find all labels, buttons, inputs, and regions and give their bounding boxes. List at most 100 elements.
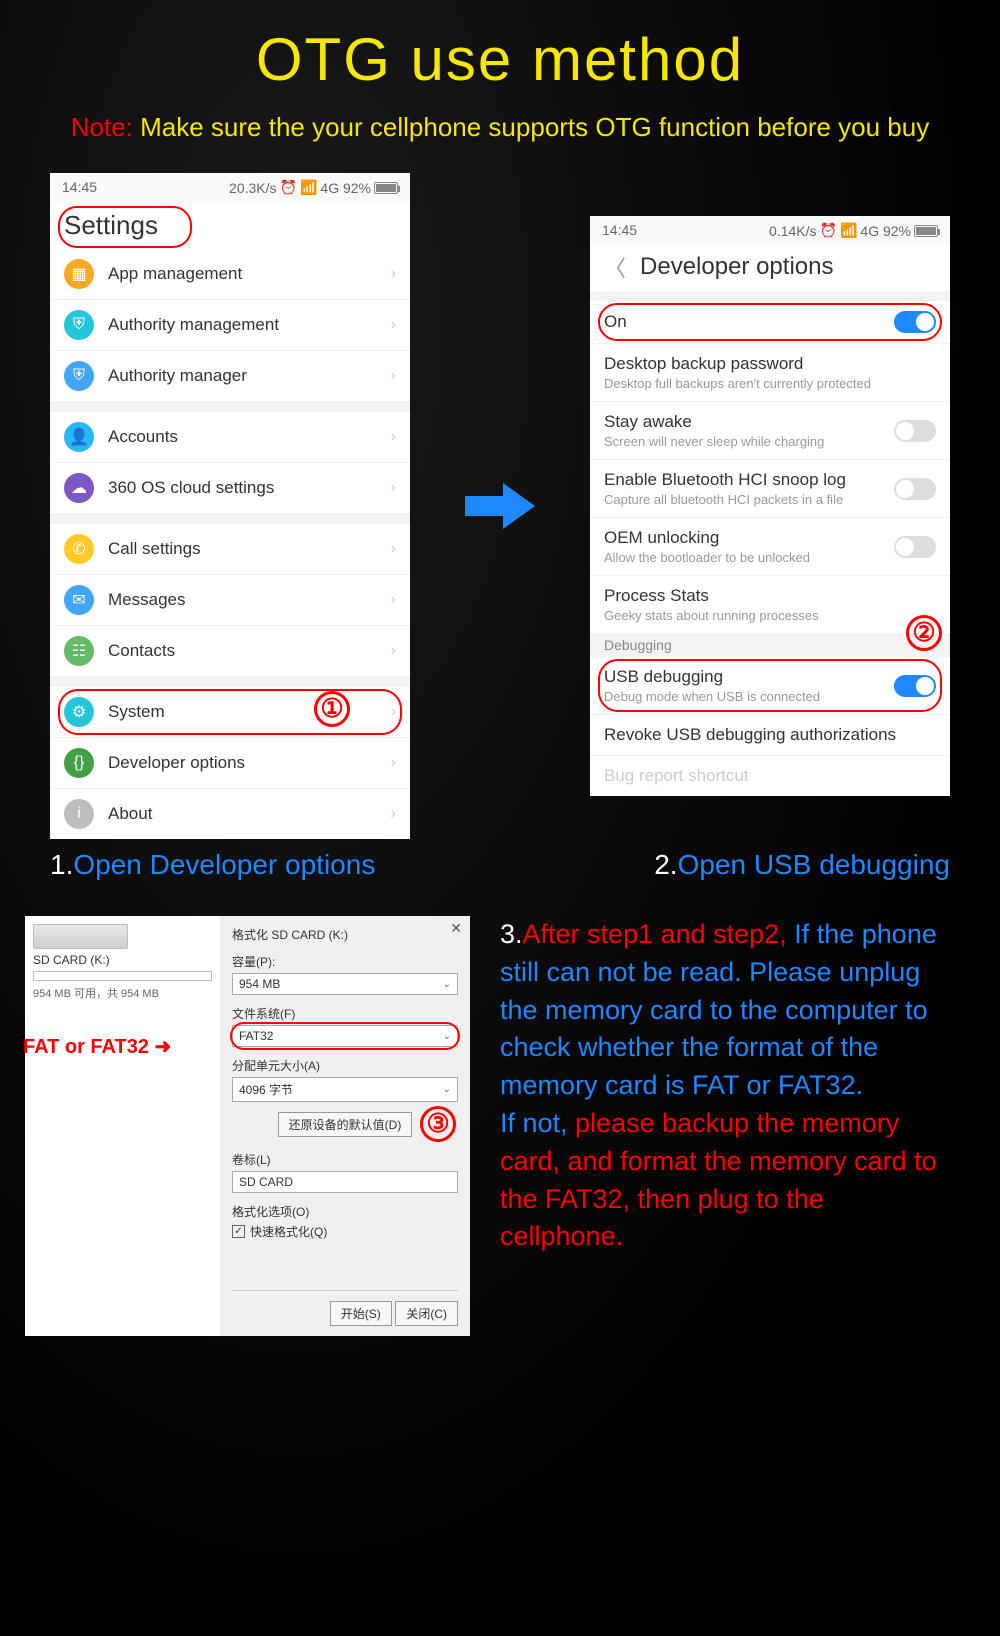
drive-sidebar: SD CARD (K:) 954 MB 可用，共 954 MB <box>25 916 220 1336</box>
dev-row-oem-unlocking[interactable]: OEM unlockingAllow the bootloader to be … <box>590 518 950 576</box>
dev-row-on[interactable]: On <box>590 301 950 344</box>
chevron-down-icon: ⌄ <box>443 979 451 990</box>
alarm-icon: ⏰ <box>820 222 837 239</box>
settings-row-contacts[interactable]: ☷ Contacts › <box>50 626 410 677</box>
restore-defaults-button[interactable]: 还原设备的默认值(D) <box>278 1112 413 1137</box>
toggle-switch[interactable] <box>894 420 936 442</box>
status-right: 20.3K/s ⏰ 📶 4G 92% <box>229 179 398 196</box>
status-time: 14:45 <box>62 179 97 196</box>
status-right: 0.14K/s ⏰ 📶 4G 92% <box>769 222 938 239</box>
row-icon: ✆ <box>64 534 94 564</box>
quick-format-checkbox[interactable]: ✓ 快速格式化(Q) <box>232 1223 458 1240</box>
drive-icon <box>33 924 128 949</box>
fat-hint-label: FAT or FAT32 ➜ <box>23 1034 171 1059</box>
chevron-right-icon: › <box>391 367 396 385</box>
dev-row-enable-bluetooth-hci-snoop-log[interactable]: Enable Bluetooth HCI snoop logCapture al… <box>590 460 950 518</box>
back-icon[interactable]: 〈 <box>604 251 626 283</box>
signal-icon: 📶 <box>300 179 317 196</box>
volume-input[interactable]: SD CARD <box>232 1171 458 1193</box>
settings-row-360-os-cloud-settings[interactable]: ☁ 360 OS cloud settings › <box>50 463 410 514</box>
row-icon: ⛨ <box>64 361 94 391</box>
toggle-switch[interactable] <box>894 675 936 697</box>
dev-row-bug-report-shortcut[interactable]: Bug report shortcut <box>590 756 950 796</box>
status-bar: 14:45 0.14K/s ⏰ 📶 4G 92% <box>590 216 950 245</box>
settings-row-about[interactable]: i About › <box>50 789 410 839</box>
dialog-title: 格式化 SD CARD (K:) <box>232 926 458 943</box>
row-label: OEM unlockingAllow the bootloader to be … <box>604 528 880 565</box>
format-options-label: 格式化选项(O) <box>232 1203 458 1220</box>
chevron-right-icon: › <box>391 642 396 660</box>
format-dialog: ✕ 格式化 SD CARD (K:) 容量(P): 954 MB⌄ 文件系统(F… <box>220 916 470 1336</box>
row-icon: ☁ <box>64 473 94 503</box>
row-label: App management <box>108 264 377 284</box>
step-3-line3a: If not, <box>500 1108 575 1138</box>
row-sublabel: Allow the bootloader to be unlocked <box>604 550 880 565</box>
chevron-down-icon: ⌄ <box>443 1084 451 1095</box>
filesystem-select[interactable]: FAT32⌄ <box>232 1025 458 1047</box>
capacity-select[interactable]: 954 MB⌄ <box>232 973 458 995</box>
row-label: Contacts <box>108 641 377 661</box>
close-icon[interactable]: ✕ <box>450 920 462 937</box>
status-time: 14:45 <box>602 222 637 239</box>
caption-2: 2.Open USB debugging <box>654 849 950 881</box>
checkbox-icon: ✓ <box>232 1225 245 1238</box>
row-label: Process StatsGeeky stats about running p… <box>604 586 936 623</box>
windows-format-panel: FAT or FAT32 ➜ SD CARD (K:) 954 MB 可用，共 … <box>25 916 470 1336</box>
step-3-text: 3.After step1 and step2, If the phone st… <box>500 916 950 1336</box>
dev-row-usb-debugging[interactable]: USB debuggingDebug mode when USB is conn… <box>590 657 950 715</box>
dev-row-stay-awake[interactable]: Stay awakeScreen will never sleep while … <box>590 402 950 460</box>
chevron-right-icon: › <box>391 479 396 497</box>
allocation-select[interactable]: 4096 字节 ⌄ <box>232 1077 458 1102</box>
caption-1-text: Open Developer options <box>73 849 375 880</box>
row-label: About <box>108 804 377 824</box>
dev-row-desktop-backup-password[interactable]: Desktop backup passwordDesktop full back… <box>590 344 950 402</box>
close-button[interactable]: 关闭(C) <box>395 1301 458 1326</box>
drive-usage-bar <box>33 971 212 981</box>
allocation-value: 4096 字节 <box>239 1081 293 1098</box>
drive-sub: 954 MB 可用，共 954 MB <box>33 985 212 1001</box>
row-icon: {} <box>64 748 94 778</box>
row-label: Authority manager <box>108 366 377 386</box>
dev-row-process-stats[interactable]: Process StatsGeeky stats about running p… <box>590 576 950 633</box>
toggle-switch[interactable] <box>894 311 936 333</box>
settings-row-developer-options[interactable]: {} Developer options › <box>50 738 410 789</box>
status-bar: 14:45 20.3K/s ⏰ 📶 4G 92% <box>50 173 410 202</box>
start-button[interactable]: 开始(S) <box>330 1301 392 1326</box>
settings-row-call-settings[interactable]: ✆ Call settings › <box>50 524 410 575</box>
filesystem-label: 文件系统(F) <box>232 1005 458 1022</box>
row-label: Messages <box>108 590 377 610</box>
toggle-switch[interactable] <box>894 478 936 500</box>
step-2-badge: ② <box>906 615 942 651</box>
caption-1-num: 1. <box>50 849 73 880</box>
row-icon: ⚙ <box>64 697 94 727</box>
status-speed: 20.3K/s <box>229 180 276 196</box>
chevron-right-icon: › <box>391 754 396 772</box>
row-label: USB debuggingDebug mode when USB is conn… <box>604 667 880 704</box>
settings-row-authority-management[interactable]: ⛨ Authority management › <box>50 300 410 351</box>
settings-row-messages[interactable]: ✉ Messages › <box>50 575 410 626</box>
settings-row-app-management[interactable]: ▦ App management › <box>50 249 410 300</box>
debug-label-text: Debugging <box>604 637 672 653</box>
settings-row-authority-manager[interactable]: ⛨ Authority manager › <box>50 351 410 402</box>
phone-developer-options: 14:45 0.14K/s ⏰ 📶 4G 92% 〈 Developer opt… <box>590 216 950 796</box>
row-label: Call settings <box>108 539 377 559</box>
row-label: On <box>604 312 880 332</box>
alarm-icon: ⏰ <box>280 179 297 196</box>
row-sublabel: Debug mode when USB is connected <box>604 689 880 704</box>
settings-row-accounts[interactable]: 👤 Accounts › <box>50 412 410 463</box>
battery-icon <box>374 182 398 194</box>
debugging-section-label: Debugging ② <box>590 633 950 657</box>
settings-row-system[interactable]: ⚙ System ›① <box>50 687 410 738</box>
chevron-right-icon: › <box>391 591 396 609</box>
status-speed: 0.14K/s <box>769 223 816 239</box>
battery-icon <box>914 225 938 237</box>
chevron-right-icon: › <box>391 316 396 334</box>
caption-2-num: 2. <box>654 849 677 880</box>
dev-row-revoke-usb-debugging-authorizations[interactable]: Revoke USB debugging authorizations <box>590 715 950 756</box>
note-line: Note: Make sure the your cellphone suppo… <box>0 112 1000 143</box>
chevron-right-icon: › <box>391 703 396 721</box>
row-icon: 👤 <box>64 422 94 452</box>
row-sublabel: Screen will never sleep while charging <box>604 434 880 449</box>
toggle-switch[interactable] <box>894 536 936 558</box>
caption-2-text: Open USB debugging <box>678 849 950 880</box>
